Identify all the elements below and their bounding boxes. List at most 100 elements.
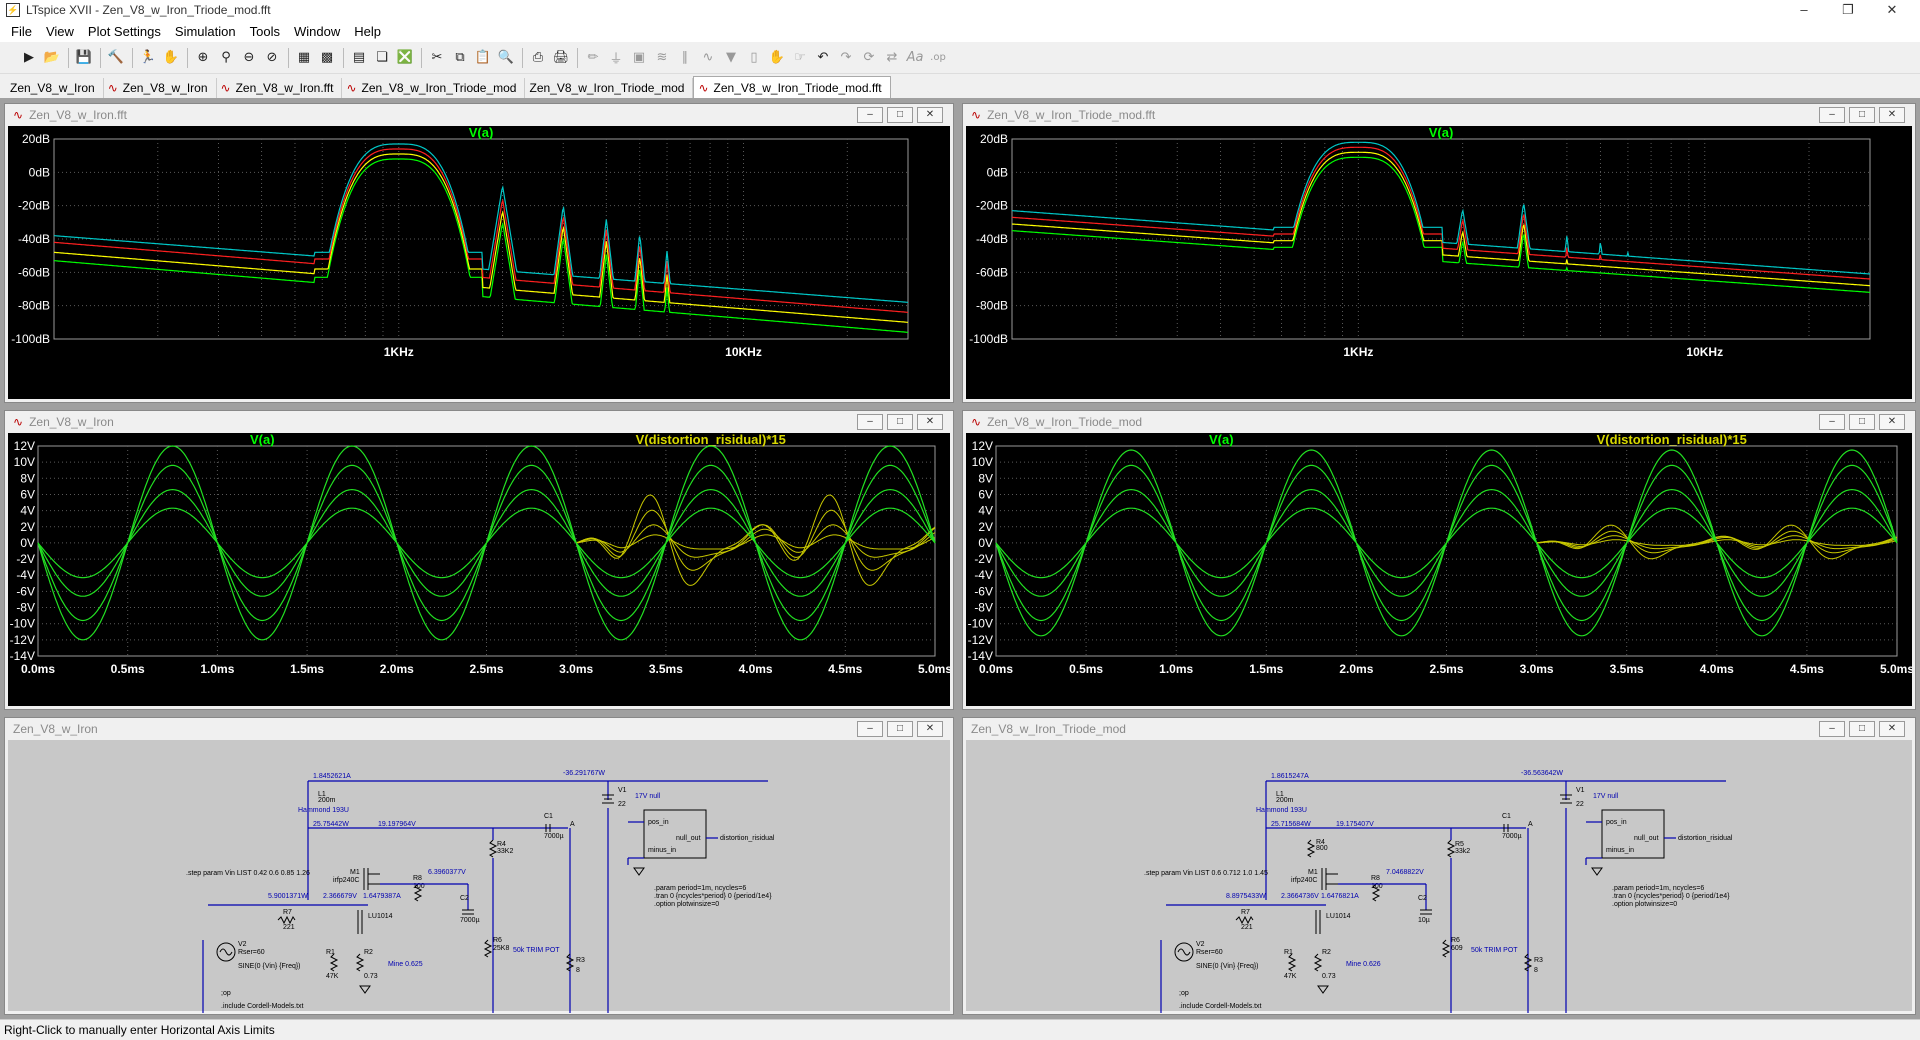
cascade-icon[interactable]: ❏ [371, 47, 393, 69]
minimize-button[interactable]: – [857, 107, 883, 123]
maximize-button[interactable]: □ [887, 107, 913, 123]
text-icon[interactable]: Aa [904, 47, 926, 69]
redo-icon[interactable]: ↷ [835, 47, 857, 69]
minimize-button[interactable]: – [1819, 107, 1845, 123]
zoom-out-icon[interactable]: ⊖ [238, 47, 260, 69]
capacitor-icon[interactable]: ∥ [674, 47, 696, 69]
spice-directive-icon[interactable]: .op [927, 47, 949, 69]
fft-chart-left[interactable]: 20dB 0dB -20dB -40dB -60dB -80dB -100dB 1KHz 10K… [8, 126, 950, 401]
transient-window-right[interactable]: ∿ Zen_V8_w_Iron_Triode_mod – □ ✕ 12V 10V 8… [962, 410, 1916, 710]
component-icon[interactable]: ▯ [743, 47, 765, 69]
zoom-cancel-icon[interactable]: ⊘ [261, 47, 283, 69]
annotation-text: Mine 0.625 [388, 961, 423, 968]
close-button[interactable]: ✕ [1879, 107, 1905, 123]
resistor-icon[interactable]: ≋ [651, 47, 673, 69]
save-icon[interactable]: 💾 [73, 47, 95, 69]
maximize-button[interactable]: □ [1849, 721, 1875, 737]
print-preview-icon[interactable]: ⎙ [527, 47, 549, 69]
print-icon[interactable]: 🖨 [550, 47, 572, 69]
label-icon[interactable]: ▣ [628, 47, 650, 69]
inductor-icon[interactable]: ∿ [697, 47, 719, 69]
paste-icon[interactable]: 📋 [472, 47, 494, 69]
maximize-button[interactable]: □ [1849, 107, 1875, 123]
fft-window-right[interactable]: ∿ Zen_V8_w_Iron_Triode_mod.fft – □ ✕ 20d… [962, 103, 1916, 403]
minimize-button[interactable]: – [1782, 0, 1826, 20]
close-all-icon[interactable]: ❎ [394, 47, 416, 69]
find-icon[interactable]: 🔍 [495, 47, 517, 69]
zoom-area-icon[interactable]: ⚲ [215, 47, 237, 69]
close-button[interactable]: ✕ [917, 721, 943, 737]
run-icon[interactable]: 🏃 [137, 47, 159, 69]
fft-window-left[interactable]: ∿ Zen_V8_w_Iron.fft – □ ✕ 20dB 0dB -20dB -4… [4, 103, 954, 403]
copy-icon[interactable]: ⧉ [449, 47, 471, 69]
minimize-button[interactable]: – [857, 414, 883, 430]
menu-plot-settings[interactable]: Plot Settings [81, 24, 168, 39]
schematic-canvas-left[interactable]: 1.8452621A -36.291767W Hammond 193U L1 200m 2… [8, 740, 950, 1040]
menu-help[interactable]: Help [347, 24, 388, 39]
close-button[interactable]: ✕ [917, 107, 943, 123]
schematic-drawing-right[interactable]: 1.8615247A -36.563642WHammond 193UL1200m2… [966, 740, 1912, 1040]
window-titlebar[interactable]: ∿ Zen_V8_w_Iron_Triode_mod.fft [963, 104, 1915, 126]
schematic-canvas-right[interactable]: 1.8615247A -36.563642W Hammond 193U L1 200m 2… [966, 740, 1912, 1040]
fft-plot-right[interactable]: 20dB 0dB -20dB -40dB -60dB -80dB -100dB 1KHz 10K… [966, 126, 1912, 399]
restore-button[interactable]: ❐ [1826, 0, 1870, 20]
window-titlebar[interactable]: ∿ Zen_V8_w_Iron [5, 411, 953, 433]
tab-triode-mod-fft[interactable]: ∿ Zen_V8_w_Iron_Triode_mod.fft [693, 76, 891, 98]
mirror-icon[interactable]: ⇄ [881, 47, 903, 69]
open-schematic-icon[interactable]: ▶ [18, 47, 40, 69]
fft-chart-right[interactable]: 20dB 0dB -20dB -40dB -60dB -80dB -100dB 1KHz 10K… [966, 126, 1912, 401]
tab-triode-mod-waveform[interactable]: ∿ Zen_V8_w_Iron_Triode_mod [342, 78, 526, 98]
close-button[interactable]: ✕ [1879, 414, 1905, 430]
window-titlebar[interactable]: ⤴ Zen_V8_w_Iron [5, 718, 953, 756]
fft-plot-left[interactable]: 20dB 0dB -20dB -40dB -60dB -80dB -100dB 1KHz 10K… [8, 126, 950, 399]
move-icon[interactable]: ✋ [766, 47, 788, 69]
halt-icon[interactable]: ✋ [160, 47, 182, 69]
transient-plot-right[interactable]: 12V 10V 8V 6V 4V 2V 0V -2V -4V -6V -8V -10V -12V -14V… [966, 433, 1912, 706]
drag-icon[interactable]: ☞ [789, 47, 811, 69]
transient-chart-left[interactable]: 12V 10V 8V 6V 4V 2V 0V -2V -4V -6V -8V -10V -12V -14V… [8, 433, 950, 708]
autorange-icon[interactable]: ▦ [293, 47, 315, 69]
rotate-icon[interactable]: ⟳ [858, 47, 880, 69]
tab-triode-mod-schematic[interactable]: ⤴ Zen_V8_w_Iron_Triode_mod [3, 78, 694, 112]
diode-icon[interactable]: ▼ [720, 47, 742, 69]
undo-icon[interactable]: ↶ [812, 47, 834, 69]
close-button[interactable]: ✕ [917, 414, 943, 430]
minimize-button[interactable]: – [1819, 721, 1845, 737]
maximize-button[interactable]: □ [887, 721, 913, 737]
schematic-window-right[interactable]: ⤴ Zen_V8_w_Iron_Triode_mod – □ ✕ 1.86152… [962, 717, 1916, 1040]
tile-icon[interactable]: ▤ [348, 47, 370, 69]
maximize-button[interactable]: □ [1849, 414, 1875, 430]
menu-file[interactable]: File [4, 24, 39, 39]
transient-plot-left[interactable]: 12V 10V 8V 6V 4V 2V 0V -2V -4V -6V -8V -10V -12V -14V… [8, 433, 950, 706]
add-trace-icon[interactable]: ▩ [316, 47, 338, 69]
transient-window-left[interactable]: ∿ Zen_V8_w_Iron – □ ✕ 12V 10V 8V 6V 4V 2V 0V -2… [4, 410, 954, 710]
zoom-in-icon[interactable]: ⊕ [192, 47, 214, 69]
x-tick-label: 1.5ms [290, 662, 324, 676]
schematic-window-left[interactable]: ⤴ Zen_V8_w_Iron – □ ✕ 1.8452621A -36.2917… [4, 717, 954, 1040]
tab-zen-v8-w-iron-fft[interactable]: ∿ Zen_V8_w_Iron.fft [217, 78, 343, 98]
open-folder-icon[interactable]: 📂 [41, 47, 63, 69]
menu-simulation[interactable]: Simulation [168, 24, 243, 39]
minimize-button[interactable]: – [857, 721, 883, 737]
window-titlebar[interactable]: ∿ Zen_V8_w_Iron.fft [5, 104, 953, 126]
window-titlebar[interactable]: ⤴ Zen_V8_w_Iron_Triode_mod [963, 718, 1915, 756]
tab-zen-v8-w-iron-schematic[interactable]: ⤴ Zen_V8_w_Iron [3, 78, 104, 112]
window-titlebar[interactable]: ∿ Zen_V8_w_Iron_Triode_mod [963, 411, 1915, 433]
ground-icon[interactable]: ⏚ [605, 47, 627, 69]
close-button[interactable]: ✕ [1879, 721, 1905, 737]
window-title: LTspice XVII - Zen_V8_w_Iron_Triode_mod.… [26, 3, 271, 17]
tab-zen-v8-w-iron-waveform[interactable]: ∿ Zen_V8_w_Iron [104, 78, 217, 98]
maximize-button[interactable]: □ [887, 414, 913, 430]
cut-icon[interactable]: ✂ [426, 47, 448, 69]
minimize-button[interactable]: – [1819, 414, 1845, 430]
close-button[interactable]: ✕ [1870, 0, 1914, 20]
schematic-drawing-left[interactable]: 1.8452621A -36.291767WHammond 193UL1200m2… [8, 740, 950, 1040]
menu-tools[interactable]: Tools [243, 24, 287, 39]
wire-icon[interactable]: ✏ [582, 47, 604, 69]
control-panel-icon[interactable]: 🔨 [105, 47, 127, 69]
menu-window[interactable]: Window [287, 24, 347, 39]
ltspice-app-icon[interactable]: ⚡ [6, 3, 20, 17]
transient-chart-right[interactable]: 12V 10V 8V 6V 4V 2V 0V -2V -4V -6V -8V -10V -12V -14V… [966, 433, 1912, 708]
menu-view[interactable]: View [39, 24, 81, 39]
resistor-symbol [329, 953, 339, 972]
